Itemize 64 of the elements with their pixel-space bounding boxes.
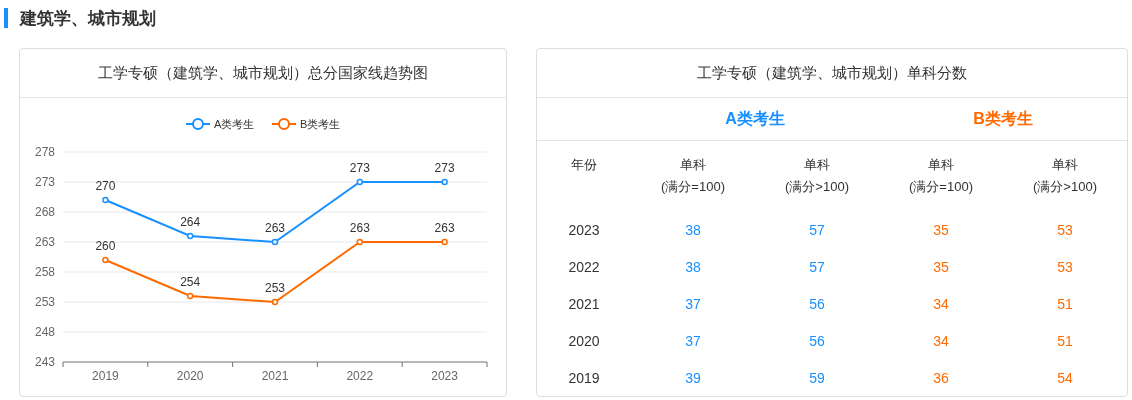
data-label: 273 xyxy=(349,161,370,175)
data-label: 263 xyxy=(434,221,455,235)
table-cell: 53 xyxy=(1057,258,1073,275)
column-header-note: (满分>100) xyxy=(785,178,849,196)
y-tick-label: 253 xyxy=(34,295,55,309)
data-label: 254 xyxy=(180,275,201,289)
table-cell: 37 xyxy=(685,332,701,349)
table-cell: 51 xyxy=(1057,295,1073,312)
y-tick-label: 268 xyxy=(34,205,55,219)
y-tick-label: 278 xyxy=(34,145,55,159)
table-cell: 54 xyxy=(1057,369,1073,386)
y-tick-label: 248 xyxy=(34,325,55,339)
table-cell: 59 xyxy=(809,369,825,386)
table-cell: 34 xyxy=(933,295,949,312)
table-cell: 51 xyxy=(1057,332,1073,349)
x-tick-label: 2023 xyxy=(431,369,458,383)
card-title: 工学专硕（建筑学、城市规划）单科分数 xyxy=(537,49,1127,98)
data-label: 263 xyxy=(265,221,285,235)
table-cell: 35 xyxy=(933,221,949,238)
table-cell: 2022 xyxy=(568,258,600,275)
table-cell: 34 xyxy=(933,332,949,349)
table-cell: 57 xyxy=(809,221,825,238)
table-cell: 2023 xyxy=(568,221,600,238)
y-tick-label: 273 xyxy=(34,175,55,189)
column-header: 单科 xyxy=(804,156,830,174)
data-label: 260 xyxy=(95,239,116,253)
group-header: A类考生 xyxy=(725,108,785,129)
table-cell: 2020 xyxy=(568,332,600,349)
data-label: 264 xyxy=(180,215,201,229)
column-header: 单科 xyxy=(1052,156,1078,174)
column-header: 年份 xyxy=(571,156,597,174)
group-header: B类考生 xyxy=(973,108,1033,129)
x-tick-label: 2022 xyxy=(346,369,374,383)
column-header: 单科 xyxy=(680,156,706,174)
data-label: 253 xyxy=(265,281,285,295)
table-cell: 2021 xyxy=(568,295,600,312)
x-tick-label: 2021 xyxy=(261,369,289,383)
table-cell: 56 xyxy=(809,295,825,312)
table-cell: 35 xyxy=(933,258,949,275)
table-cell: 53 xyxy=(1057,221,1073,238)
y-tick-label: 263 xyxy=(34,235,55,249)
x-tick-label: 2019 xyxy=(92,369,119,383)
y-tick-label: 243 xyxy=(34,355,55,369)
column-header-note: (满分>100) xyxy=(1033,178,1097,196)
table-cell: 56 xyxy=(809,332,825,349)
section-title: 建筑学、城市规划 xyxy=(20,7,156,30)
legend-label: A类考生 xyxy=(214,118,255,130)
card-title: 工学专硕（建筑学、城市规划）总分国家线趋势图 xyxy=(20,49,506,98)
data-label: 273 xyxy=(434,161,455,175)
table-cell: 57 xyxy=(809,258,825,275)
table-cell: 38 xyxy=(685,221,701,238)
column-header-note: (满分=100) xyxy=(909,178,973,196)
table-cell: 37 xyxy=(685,295,701,312)
y-tick-label: 258 xyxy=(34,265,55,279)
table-cell: 39 xyxy=(685,369,701,386)
column-header-note: (满分=100) xyxy=(661,178,725,196)
table-cell: 36 xyxy=(933,369,949,386)
data-label: 270 xyxy=(95,179,116,193)
column-header: 单科 xyxy=(928,156,954,174)
data-label: 263 xyxy=(349,221,370,235)
table-cell: 2019 xyxy=(568,369,600,386)
legend-label: B类考生 xyxy=(300,118,341,130)
table-cell: 38 xyxy=(685,258,701,275)
x-tick-label: 2020 xyxy=(176,369,204,383)
